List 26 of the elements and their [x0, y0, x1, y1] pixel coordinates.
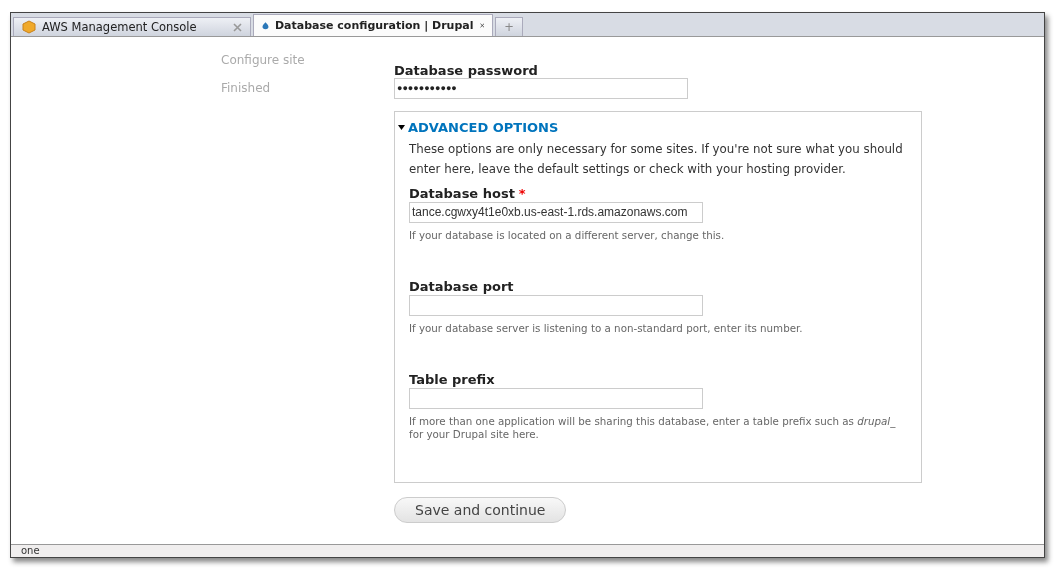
advanced-options-toggle[interactable]: ADVANCED OPTIONS	[398, 120, 907, 135]
browser-tab[interactable]: Database configuration | Drupal	[253, 14, 493, 36]
text-field[interactable]: tance.cgwxy4t1e0xb.us-east-1.rds.amazonaws.com	[409, 202, 703, 223]
help-text: If your database server is listening to a non-standard port, enter its number.	[409, 322, 804, 335]
password-field[interactable]: ●●●●●●●●●●●	[394, 78, 688, 99]
close-icon[interactable]	[233, 22, 242, 32]
required-mark: *	[518, 186, 526, 201]
help-text: If more than one application will be sharing this database, enter a table prefix such as drupal_ for your Drupal site here.	[409, 415, 897, 441]
help-text: If your database is located on a different server, change this.	[409, 229, 726, 242]
close-icon[interactable]	[479, 21, 484, 30]
box-icon	[22, 20, 36, 34]
text-field[interactable]	[409, 388, 703, 409]
save-button[interactable]: Save and continue	[394, 497, 567, 523]
field-label: Table prefix	[409, 372, 495, 387]
install-step: Finished	[221, 81, 394, 95]
triangle-icon	[398, 125, 405, 130]
status-text: one	[21, 545, 40, 556]
field-label: Database port	[409, 279, 514, 294]
field-label: Database password	[394, 63, 538, 78]
tab-title: AWS Management Console	[42, 20, 198, 34]
text-field[interactable]	[409, 295, 703, 316]
description-text: These options are only necessary for some sites. If you're not sure what you should enter here, leave the default settings or check with your hosting provider.	[409, 141, 904, 178]
tab-title: Database configuration | Drupal	[274, 19, 474, 32]
install-step: Configure site	[221, 53, 394, 67]
browser-tab[interactable]: AWS Management Console	[13, 17, 251, 36]
field-label: Database host	[409, 186, 515, 201]
